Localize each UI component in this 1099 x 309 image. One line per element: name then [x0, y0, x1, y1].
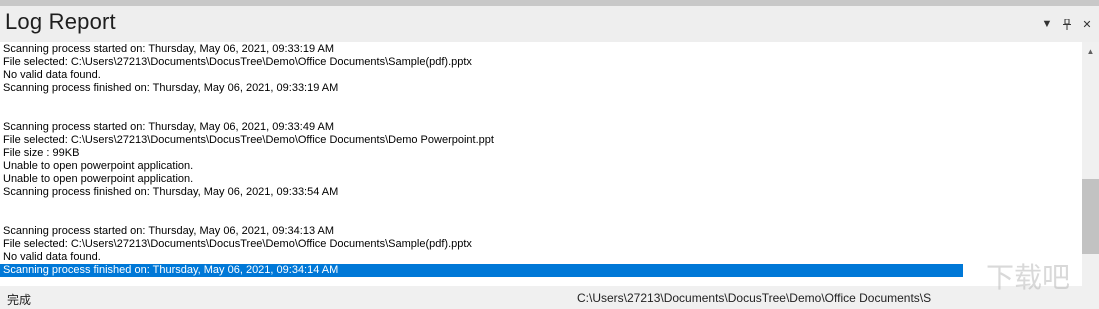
- log-line-selected[interactable]: Scanning process finished on: Thursday, …: [0, 264, 963, 277]
- close-icon[interactable]: ✕: [1081, 17, 1093, 31]
- scroll-up-icon[interactable]: ▲: [1082, 44, 1099, 58]
- log-line: File size : 99KB: [3, 147, 80, 159]
- log-line: Scanning process started on: Thursday, M…: [3, 225, 335, 237]
- log-line: File selected: C:\Users\27213\Documents\…: [3, 56, 472, 68]
- status-text: 完成: [7, 293, 32, 307]
- log-line: Scanning process finished on: Thursday, …: [3, 82, 339, 94]
- log-line: File selected: C:\Users\27213\Documents\…: [3, 134, 494, 146]
- log-line: Scanning process started on: Thursday, M…: [3, 121, 335, 133]
- log-line: Unable to open powerpoint application.: [3, 160, 194, 172]
- panel-controls: ▼ ✕: [1041, 17, 1093, 31]
- vertical-scrollbar[interactable]: ▲: [1082, 42, 1099, 286]
- log-line: Scanning process started on: Thursday, M…: [3, 43, 335, 55]
- scroll-thumb[interactable]: [1082, 179, 1099, 254]
- status-path: C:\Users\27213\Documents\DocusTree\Demo\…: [577, 291, 932, 305]
- log-line: Unable to open powerpoint application.: [3, 173, 194, 185]
- status-bar: 完成 C:\Users\27213\Documents\DocusTree\De…: [0, 286, 1099, 309]
- log-line: No valid data found.: [3, 69, 101, 81]
- log-line: File selected: C:\Users\27213\Documents\…: [3, 238, 472, 250]
- log-line: No valid data found.: [3, 251, 101, 263]
- log-line: Scanning process finished on: Thursday, …: [3, 186, 339, 198]
- dropdown-arrow-icon[interactable]: ▼: [1041, 17, 1053, 31]
- panel-title: Log Report: [5, 9, 116, 34]
- panel-header: Log Report ▼ ✕: [0, 6, 1099, 42]
- pin-icon[interactable]: [1061, 17, 1073, 31]
- log-content[interactable]: Scanning process started on: Thursday, M…: [0, 42, 1082, 286]
- watermark-logo: 下载吧: [986, 261, 1071, 294]
